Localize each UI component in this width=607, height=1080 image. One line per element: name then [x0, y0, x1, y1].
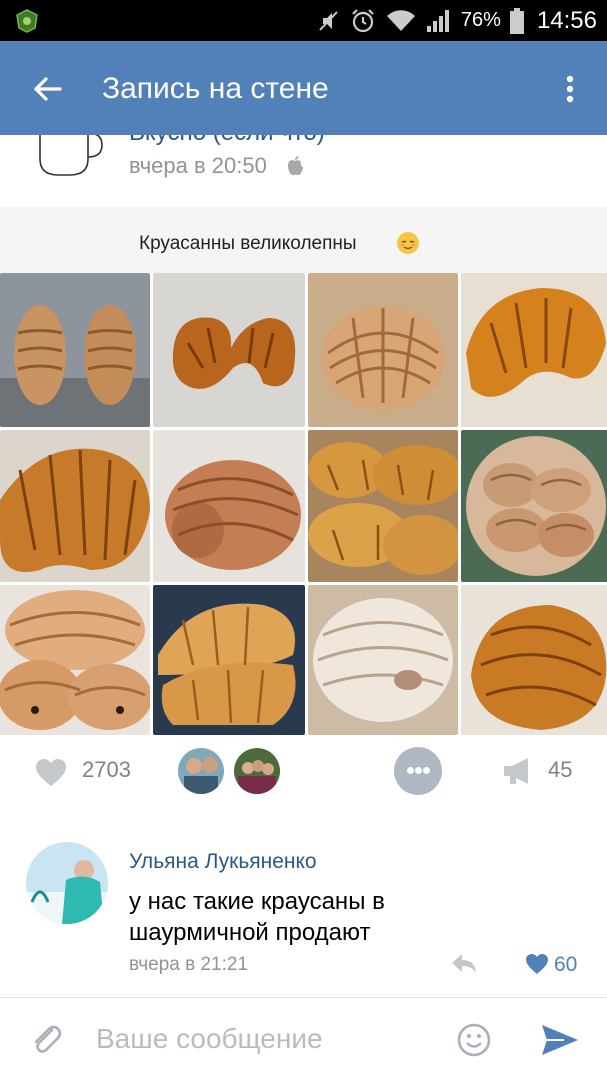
paperclip-icon[interactable] [28, 1022, 64, 1058]
post-actions: 2703 45 [0, 740, 607, 802]
clock: 14:56 [536, 6, 597, 34]
wifi-icon [386, 9, 415, 31]
app-bar: Запись на стене [0, 41, 607, 135]
post-image[interactable]: Круасанны великолепны [0, 207, 607, 735]
comment-heart-icon[interactable] [525, 953, 549, 975]
comment-text: у нас такие краусаны в шаурмичной продаю… [129, 888, 385, 946]
reply-icon[interactable] [450, 950, 478, 976]
grid-photo-sharpei [0, 273, 150, 427]
status-bar: 76% 14:56 [0, 0, 607, 41]
smiley-icon[interactable] [456, 1022, 492, 1058]
post-header: Вкусно (если что) вчера в 20:50 [0, 135, 607, 207]
mute-icon [319, 10, 338, 31]
signal-icon [426, 9, 449, 32]
grid-photo-croissant [461, 273, 607, 427]
share-count[interactable]: 45 [548, 757, 572, 783]
message-composer [0, 997, 607, 1080]
grid-photo-sharpei [308, 585, 458, 735]
grid-photo-croissant [153, 585, 305, 735]
app-notification-icon [16, 9, 38, 33]
image-caption-strip: Круасанны великолепны [0, 207, 607, 273]
post-time: вчера в 20:50 [129, 153, 267, 178]
comment: Ульяна Лукьяненко у нас такие краусаны в… [0, 830, 607, 990]
liker-avatar[interactable] [234, 748, 280, 794]
image-caption: Круасанны великолепны [139, 233, 357, 254]
alarm-icon [352, 8, 374, 32]
message-input[interactable] [96, 1014, 436, 1064]
comment-like-count[interactable]: 60 [554, 953, 577, 977]
grid-photo-sharpei [153, 430, 305, 582]
community-avatar-cup-icon[interactable] [36, 135, 106, 183]
battery-percent: 76% [460, 9, 501, 31]
comment-time: вчера в 21:21 [129, 954, 249, 975]
grid-photo-croissant [308, 273, 458, 427]
grid-photo-sharpei [461, 430, 607, 582]
heart-icon[interactable] [34, 758, 68, 788]
grid-photo-croissant [0, 430, 150, 582]
post-author[interactable]: Вкусно (если что) [129, 135, 325, 147]
relieved-emoji-icon [397, 232, 419, 254]
megaphone-share-icon[interactable] [502, 756, 536, 786]
grid-photo-croissant [461, 585, 607, 735]
back-arrow-icon[interactable] [28, 69, 68, 109]
comments-button[interactable] [394, 747, 442, 795]
photo-grid [0, 273, 607, 735]
like-count[interactable]: 2703 [82, 757, 131, 783]
liker-avatar[interactable] [178, 748, 224, 794]
battery-icon [509, 7, 524, 34]
grid-photo-sharpei [0, 585, 150, 735]
grid-photo-croissant [308, 430, 458, 582]
more-options-icon[interactable] [556, 69, 584, 109]
page-title: Запись на стене [102, 72, 329, 105]
commenter-avatar[interactable] [26, 842, 108, 924]
commenter-name[interactable]: Ульяна Лукьяненко [129, 850, 317, 874]
apple-icon [288, 156, 303, 176]
grid-photo-croissant [153, 273, 305, 427]
send-icon[interactable] [540, 1022, 580, 1058]
